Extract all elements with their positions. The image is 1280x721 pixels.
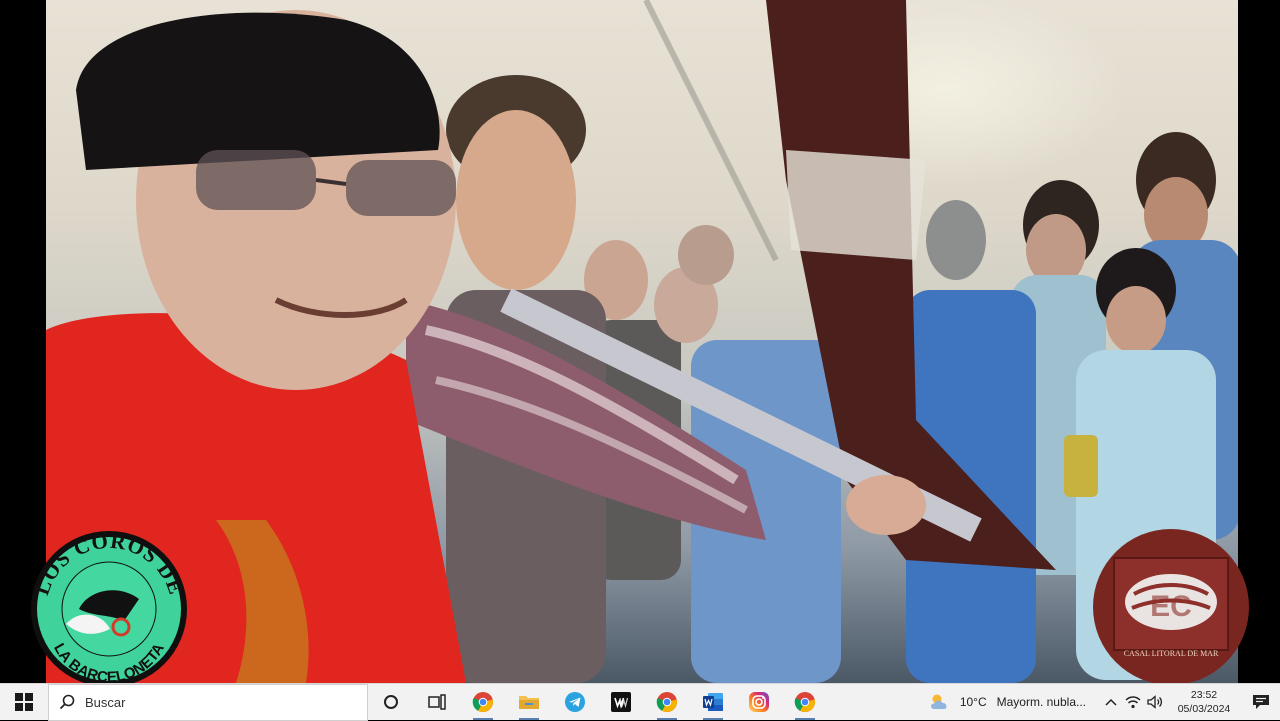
chevron-up-icon — [1105, 698, 1117, 706]
cortana-circle-icon — [384, 695, 398, 709]
channel-logo-casal: EC CASAL LITORAL DE MAR — [1086, 528, 1256, 686]
weather-temperature: 10°C — [959, 695, 987, 709]
search-placeholder: Buscar — [85, 694, 126, 710]
action-center-button[interactable] — [1242, 694, 1280, 710]
taskbar-app-word[interactable] — [690, 684, 736, 721]
notification-icon — [1253, 695, 1269, 709]
logo-right-caption: CASAL LITORAL DE MAR — [1124, 649, 1219, 658]
system-tray: 10°C Mayorm. nubla... 23:52 05/03/2024 — [928, 684, 1280, 721]
search-icon — [59, 694, 75, 710]
task-view-button[interactable] — [414, 684, 460, 721]
video-player[interactable]: LOS COROS DE LA BARCELONETA EC CASAL LIT… — [0, 0, 1280, 687]
clock-date: 05/03/2024 — [1177, 703, 1231, 715]
taskbar-app-chrome-1[interactable] — [460, 684, 506, 721]
taskbar-search[interactable]: Buscar — [48, 683, 368, 721]
speaker-icon — [1147, 695, 1163, 709]
taskbar-clock[interactable]: 23:52 05/03/2024 — [1166, 688, 1242, 716]
cortana-button[interactable] — [368, 684, 414, 721]
show-hidden-icons-button[interactable] — [1100, 684, 1122, 721]
taskbar-app-wwe[interactable] — [598, 684, 644, 721]
video-frame-image — [46, 0, 1238, 683]
network-button[interactable] — [1122, 684, 1144, 721]
taskbar-app-instagram[interactable] — [736, 684, 782, 721]
telegram-icon — [565, 692, 585, 712]
volume-button[interactable] — [1144, 684, 1166, 721]
taskbar-app-chrome-3[interactable] — [782, 684, 828, 721]
word-icon — [703, 693, 723, 711]
weather-widget[interactable]: 10°C Mayorm. nubla... — [928, 692, 1100, 712]
scene-illustration — [46, 0, 1238, 683]
windows-logo-icon — [15, 693, 33, 711]
svg-text:EC: EC — [1150, 590, 1192, 623]
weather-description: Mayorm. nubla... — [996, 695, 1086, 709]
taskbar-app-telegram[interactable] — [552, 684, 598, 721]
chrome-icon — [656, 692, 677, 712]
start-button[interactable] — [0, 684, 48, 721]
task-view-icon — [428, 694, 446, 710]
taskbar-app-chrome-2[interactable] — [644, 684, 690, 721]
partly-cloudy-icon — [930, 694, 947, 709]
wifi-icon — [1125, 696, 1141, 709]
chrome-icon — [472, 692, 493, 712]
chrome-icon — [794, 692, 815, 712]
file-explorer-icon — [519, 696, 539, 709]
clock-time: 23:52 — [1190, 689, 1218, 701]
instagram-icon — [749, 692, 769, 712]
channel-logo-los-coros: LOS COROS DE LA BARCELONETA — [24, 529, 194, 689]
windows-taskbar: Buscar 10°C Mayorm. nubla... 23:52 05/03… — [0, 683, 1280, 721]
taskbar-app-file-explorer[interactable] — [506, 684, 552, 721]
wwe-app-icon — [611, 692, 631, 712]
